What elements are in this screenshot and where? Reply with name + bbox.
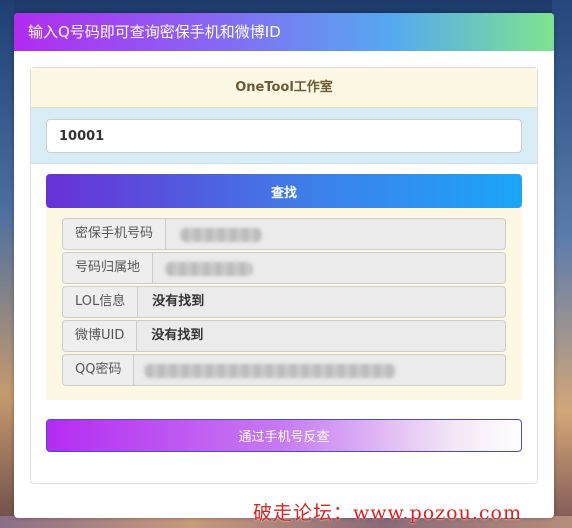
result-label: 密保手机号码 [63, 219, 167, 249]
result-label: 号码归属地 [63, 253, 154, 283]
result-row-lol: LOL信息 没有找到 [62, 286, 506, 318]
result-row-location: 号码归属地 [62, 252, 506, 284]
query-card: OneTool工作室 查找 密保手机号码 号码归属地 LOL信息 没有找到 [30, 67, 538, 484]
result-row-weibo: 微博UID 没有找到 [62, 320, 506, 352]
result-value [166, 219, 505, 249]
redacted-value [165, 262, 254, 276]
result-value [153, 253, 505, 283]
reverse-lookup-button[interactable]: 通过手机号反查 [46, 419, 522, 452]
background-left [0, 0, 14, 528]
result-value: 没有找到 [137, 321, 505, 351]
main-panel: 输入Q号码即可查询密保手机和微博ID OneTool工作室 查找 密保手机号码 … [14, 13, 554, 518]
result-label: 微博UID [63, 321, 138, 351]
input-wrapper [31, 108, 537, 164]
result-label: LOL信息 [63, 287, 139, 317]
watermark-text: 破走论坛：www.pozou.com [253, 502, 522, 524]
search-button[interactable]: 查找 [46, 174, 522, 208]
background-right [552, 0, 572, 528]
qq-number-input[interactable] [46, 119, 522, 153]
result-value [134, 355, 505, 385]
card-title: OneTool工作室 [31, 68, 537, 108]
panel-header: 输入Q号码即可查询密保手机和微博ID [14, 13, 554, 51]
result-row-qq-password: QQ密码 [62, 354, 506, 386]
result-row-phone: 密保手机号码 [62, 218, 506, 250]
redacted-value [144, 364, 397, 378]
result-label: QQ密码 [63, 355, 135, 385]
redacted-value [180, 228, 263, 242]
result-box: 密保手机号码 号码归属地 LOL信息 没有找到 微博UID 没有找到 QQ密码 [46, 208, 522, 400]
result-value: 没有找到 [138, 287, 505, 317]
